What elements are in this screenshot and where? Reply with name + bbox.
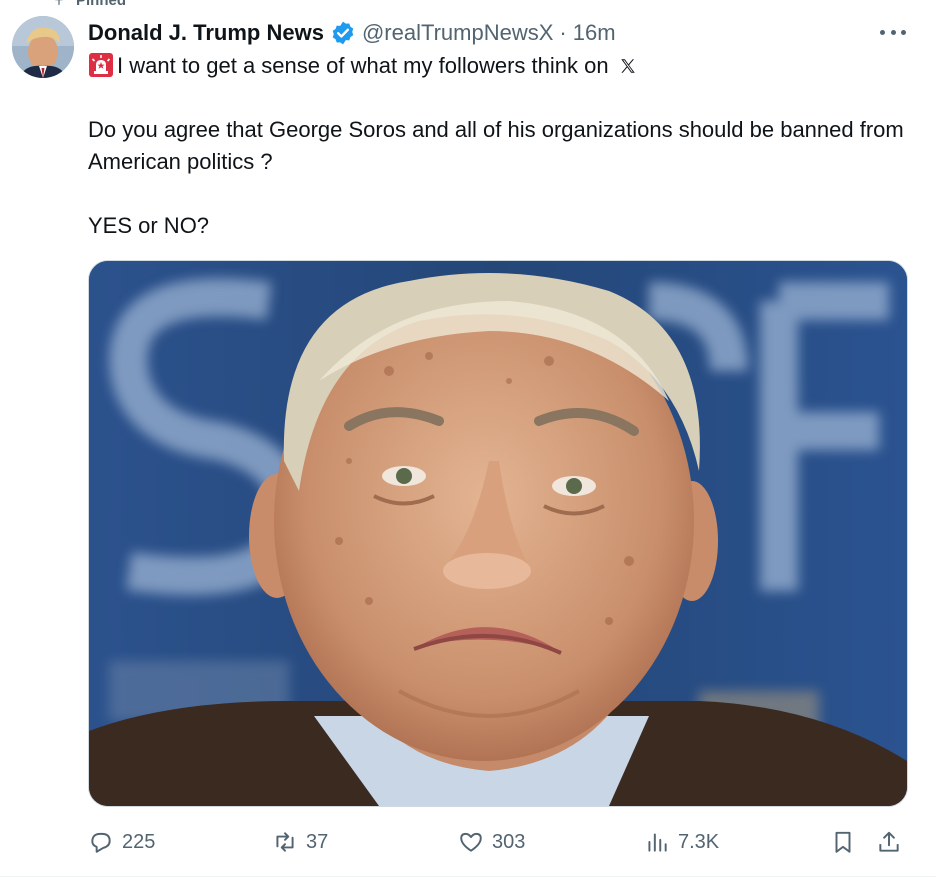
tweet-paragraph-2: Do you agree that George Soros and all o… — [88, 117, 904, 174]
share-icon — [879, 831, 899, 852]
tweet-text: I want to get a sense of what my followe… — [88, 50, 908, 242]
bookmark-button[interactable] — [830, 822, 856, 862]
tweet-actions: 225 37 303 7.3K — [88, 822, 906, 862]
x-logo-icon — [620, 59, 635, 73]
tweet-paragraph-3: YES or NO? — [88, 213, 210, 238]
views-chart-icon — [648, 833, 667, 852]
rotating-light-emoji-icon — [89, 53, 113, 77]
pinned-indicator: Pinned — [52, 0, 126, 10]
reply-button[interactable]: 225 — [88, 822, 155, 862]
heart-icon — [460, 832, 482, 852]
photo-of-man-icon — [89, 261, 907, 806]
share-button[interactable] — [876, 822, 902, 862]
like-count: 303 — [492, 830, 526, 853]
more-dot-icon — [901, 29, 906, 35]
divider — [0, 876, 936, 877]
avatar-photo — [12, 16, 74, 78]
like-button[interactable]: 303 — [458, 822, 525, 862]
author-handle[interactable]: @realTrumpNewsX — [362, 20, 553, 46]
avatar[interactable] — [12, 16, 74, 78]
author-name[interactable]: Donald J. Trump News — [88, 20, 324, 46]
more-dot-icon — [890, 29, 896, 35]
tweet-line-1: I want to get a sense of what my followe… — [88, 50, 908, 82]
repost-icon — [276, 832, 294, 852]
views-count: 7.3K — [678, 830, 720, 853]
bookmark-icon — [835, 831, 851, 853]
verified-badge-icon — [332, 21, 354, 45]
reply-icon — [91, 832, 111, 853]
repost-button[interactable]: 37 — [272, 822, 328, 862]
more-options-button[interactable] — [880, 22, 906, 42]
pinned-label: Pinned — [76, 0, 127, 9]
header-separator: · — [559, 20, 567, 45]
more-dot-icon — [880, 29, 885, 35]
tweet-media-photo[interactable] — [88, 260, 908, 807]
tweet-line-1-text: I want to get a sense of what my followe… — [117, 53, 609, 78]
reply-count: 225 — [122, 830, 156, 853]
views-button[interactable]: 7.3K — [644, 822, 719, 862]
tweet-header: Donald J. Trump News @realTrumpNewsX · 1… — [88, 16, 616, 50]
tweet-timestamp[interactable]: 16m — [573, 20, 616, 46]
repost-count: 37 — [306, 830, 329, 853]
pin-icon — [55, 0, 63, 6]
